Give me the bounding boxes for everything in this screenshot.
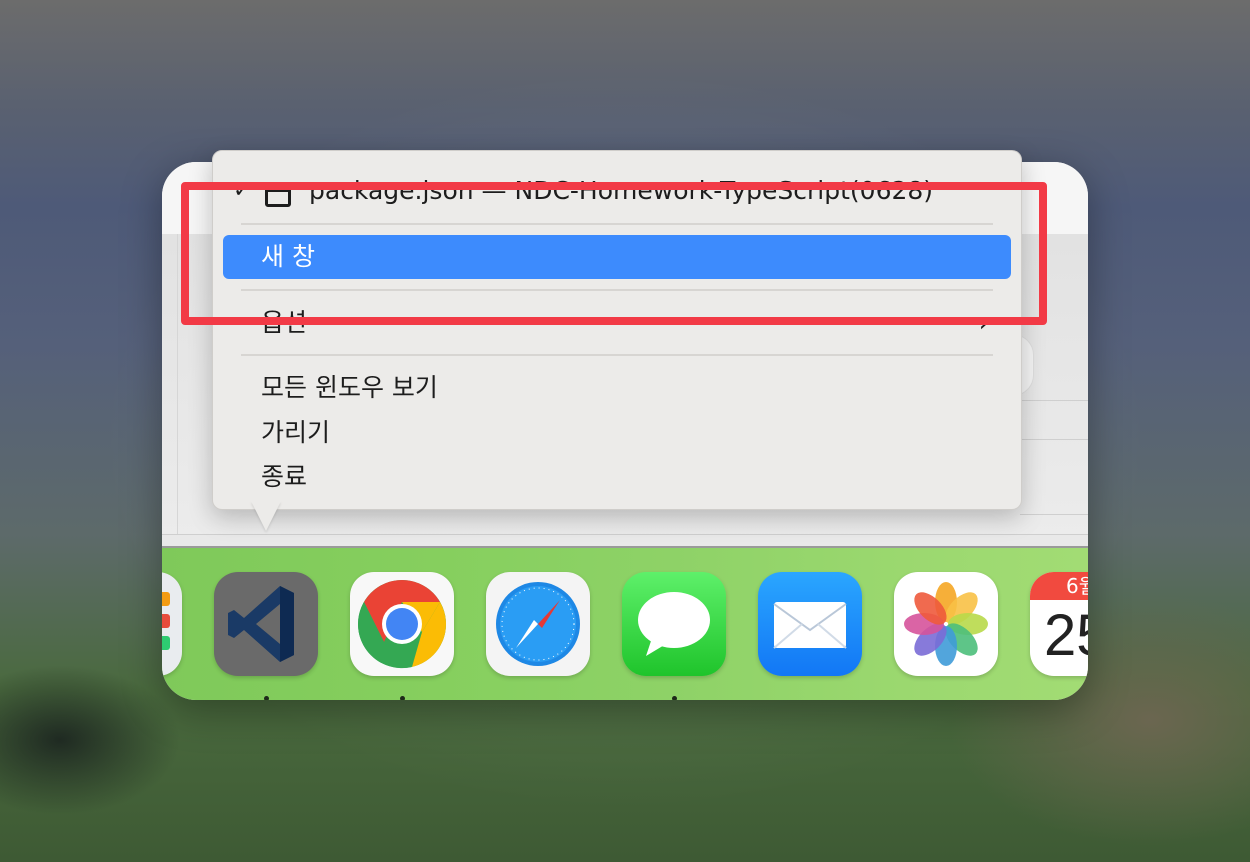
calendar-day: 25 bbox=[1044, 603, 1088, 668]
menu-item-show-all-windows[interactable]: 모든 윈도우 보기 bbox=[223, 366, 1011, 410]
running-indicator bbox=[400, 696, 405, 700]
divider bbox=[177, 234, 178, 546]
launchpad-icon[interactable] bbox=[162, 572, 182, 676]
chrome-icon[interactable] bbox=[350, 572, 454, 676]
menu-item-label: 종료 bbox=[261, 462, 308, 491]
mail-icon[interactable] bbox=[758, 572, 862, 676]
calendar-icon[interactable]: 6월 25 bbox=[1030, 572, 1088, 676]
divider bbox=[1020, 400, 1088, 401]
safari-icon[interactable] bbox=[486, 572, 590, 676]
divider bbox=[1020, 514, 1088, 515]
dock: 6월 25 bbox=[162, 546, 1088, 700]
running-indicator bbox=[264, 696, 269, 700]
menu-item-hide[interactable]: 가리기 bbox=[223, 411, 1011, 455]
menu-pointer bbox=[251, 501, 281, 531]
running-indicator bbox=[672, 696, 677, 700]
menu-item-quit[interactable]: 종료 bbox=[223, 455, 1011, 499]
divider bbox=[1020, 439, 1088, 440]
messages-icon[interactable] bbox=[622, 572, 726, 676]
photos-icon[interactable] bbox=[894, 572, 998, 676]
vscode-icon[interactable] bbox=[214, 572, 318, 676]
menu-item-label: 모든 윈도우 보기 bbox=[261, 373, 438, 402]
menu-separator bbox=[241, 354, 993, 356]
highlight-box bbox=[181, 182, 1047, 325]
calendar-month: 6월 bbox=[1030, 572, 1088, 600]
menu-item-label: 가리기 bbox=[261, 418, 331, 447]
